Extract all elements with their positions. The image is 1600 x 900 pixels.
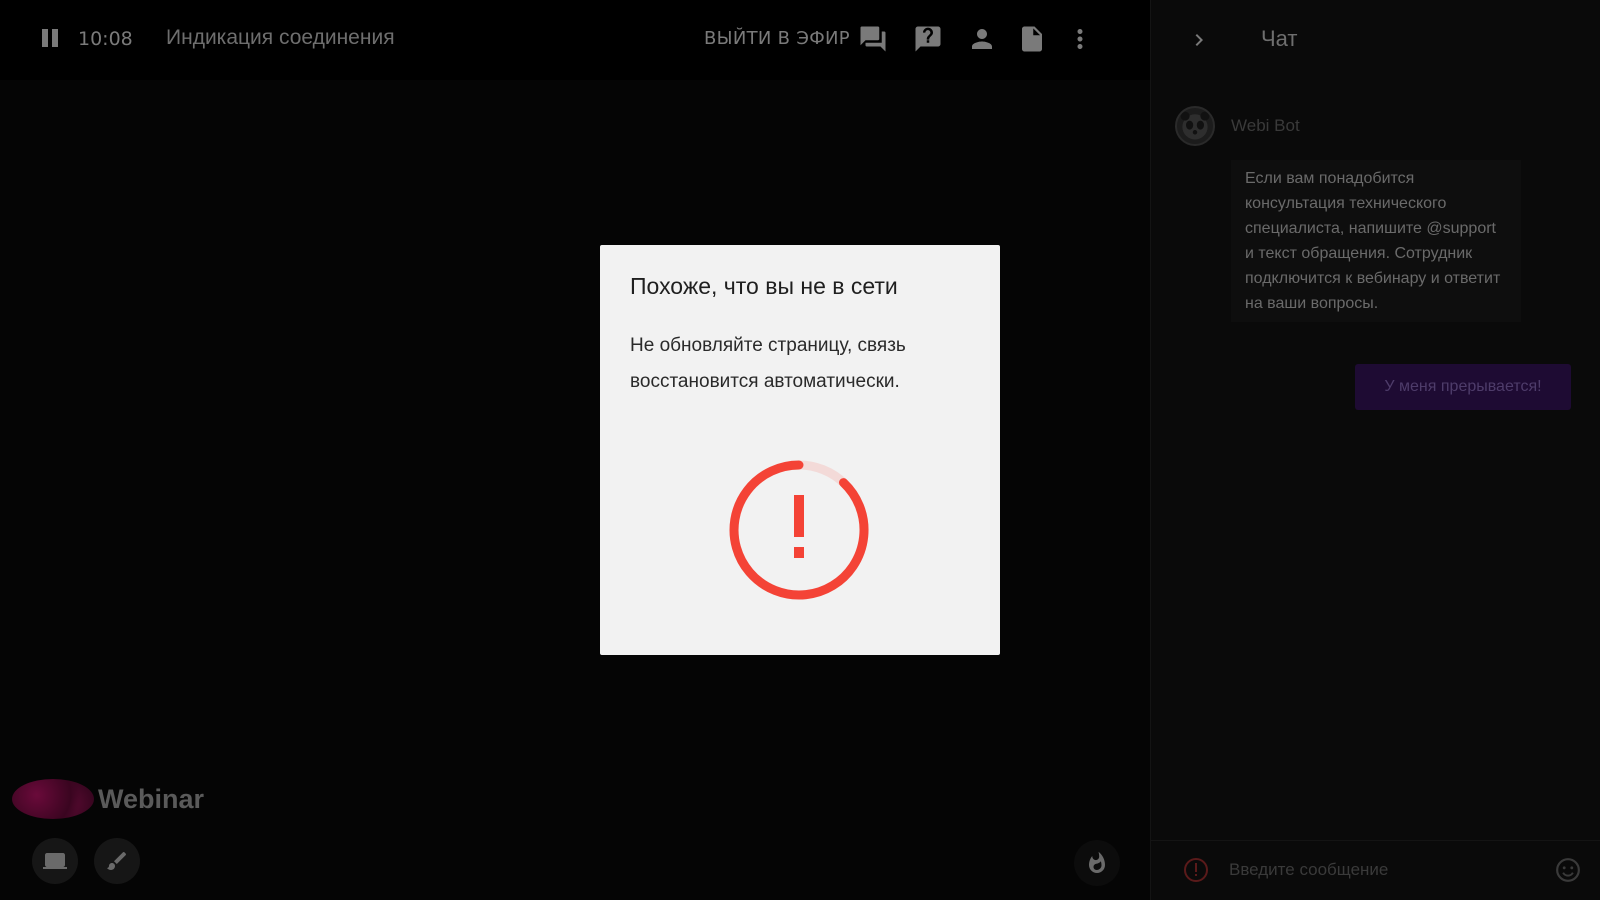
monitor-icon: [43, 853, 67, 869]
chat-title: Чат: [1261, 26, 1298, 51]
fire-icon: [1089, 851, 1105, 873]
offline-dialog: Похоже, что вы не в сети Не обновляйте с…: [600, 245, 1000, 655]
screen-share-button[interactable]: [32, 838, 78, 884]
top-bar: 10:08 Индикация соединения ВЫЙТИ В ЭФИР: [0, 0, 1150, 80]
brand-logo: Webinar: [12, 776, 204, 822]
webinar-title: Индикация соединения: [166, 26, 395, 49]
go-live-button[interactable]: ВЫЙТИ В ЭФИР: [704, 28, 850, 49]
reaction-button[interactable]: [1074, 840, 1120, 886]
pause-icon[interactable]: [40, 27, 60, 49]
avatar: [1175, 106, 1215, 146]
video-stage: 10:08 Индикация соединения ВЫЙТИ В ЭФИР …: [0, 0, 1150, 900]
chat-input-bar: [1151, 840, 1600, 900]
chat-message: Если вам понадобится консультация технич…: [1231, 160, 1521, 322]
message-author: Webi Bot: [1231, 116, 1300, 135]
panda-icon: [1180, 111, 1210, 140]
error-ring-icon: [729, 460, 869, 600]
draw-button[interactable]: [94, 838, 140, 884]
emoji-icon[interactable]: [1555, 857, 1581, 883]
logo-mark-icon: [12, 779, 94, 819]
logo-text: Webinar: [98, 783, 205, 814]
brush-icon: [107, 852, 126, 870]
message-input[interactable]: [1229, 853, 1529, 887]
dialog-message: Не обновляйте страницу, связь восстанови…: [630, 335, 906, 392]
document-icon[interactable]: [1017, 24, 1047, 54]
person-icon[interactable]: [967, 24, 997, 54]
question-icon[interactable]: [913, 24, 943, 54]
stream-time: 10:08: [78, 28, 133, 50]
quick-reply-button[interactable]: У меня прерывается!: [1355, 364, 1571, 410]
alert-circle-icon[interactable]: [1183, 857, 1209, 883]
more-vert-icon[interactable]: [1065, 24, 1095, 54]
dialog-title: Похоже, что вы не в сети: [630, 273, 898, 299]
chat-bubbles-icon[interactable]: [858, 24, 888, 54]
chat-panel: Чат Webi Bot Если вам понадобится консул…: [1150, 0, 1600, 900]
chat-header: Чат: [1151, 0, 1600, 80]
chevron-right-icon[interactable]: [1187, 28, 1211, 52]
